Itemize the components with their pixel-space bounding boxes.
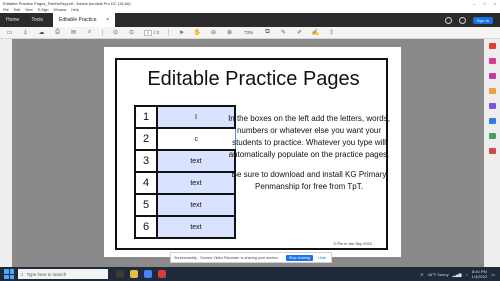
left-panel [0, 39, 12, 267]
row-number: 4 [134, 171, 158, 195]
print-icon[interactable]: ⎙ [54, 29, 61, 36]
instructions-paragraph-2: Be sure to download and install KG Prima… [231, 170, 387, 191]
page-frame: Editable Practice Pages 1 I 2 c 3 text 4… [115, 58, 390, 250]
protect-icon[interactable] [488, 133, 496, 139]
network-icon[interactable]: ▂▄▆ [453, 272, 462, 277]
clock-date: 1/4/2022 [471, 274, 488, 279]
table-row: 1 I [134, 105, 236, 129]
window-title: Editable Practice Pages_FimtheSky.pdf - … [3, 1, 131, 6]
zoom-level[interactable]: 73% [242, 30, 255, 35]
windows-taskbar: ⌕ Type here to search ☀ 16°F Sunny ▂▄▆ ♪… [0, 267, 500, 281]
chrome-icon[interactable] [144, 270, 152, 278]
highlight-icon[interactable]: ✐ [296, 30, 303, 36]
taskbar-search[interactable]: ⌕ Type here to search [18, 269, 108, 279]
tab-document[interactable]: Editable Practice Pa... × [53, 13, 116, 37]
zoom-out-icon[interactable]: ⊖ [210, 30, 217, 36]
table-row: 6 text [134, 215, 236, 239]
notification-center-icon[interactable]: ▭ [491, 272, 495, 277]
comment-icon[interactable]: ✎ [280, 30, 287, 36]
row-number: 1 [134, 105, 158, 129]
row-number: 5 [134, 193, 158, 217]
minimize-button[interactable]: – [473, 0, 475, 7]
screen-share-banner: Screencastify - Screen Video Recorder is… [170, 252, 332, 263]
weather-text[interactable]: 16°F Sunny [428, 272, 449, 277]
instructions-paragraph-1: In the boxes on the left add the letters… [228, 114, 390, 159]
toolbar-divider [102, 29, 103, 36]
copyright-text: © Pie in the Sky 2022 [333, 241, 372, 246]
search-icon: ⌕ [21, 271, 24, 277]
row-number: 3 [134, 149, 158, 173]
share-message: Screencastify - Screen Video Recorder is… [174, 255, 279, 260]
page-up-icon[interactable]: ⊙ [112, 30, 119, 36]
window-titlebar: Editable Practice Pages_FimtheSky.pdf - … [0, 0, 500, 7]
task-view-icon[interactable] [116, 270, 124, 278]
table-row: 3 text [134, 149, 236, 173]
table-row: 5 text [134, 193, 236, 217]
acrobat-icon[interactable] [158, 270, 166, 278]
more-tools-icon[interactable] [488, 148, 496, 154]
main-toolbar: ▭ ⤓ ☁ ⎙ ✉ ⌕ ⊙ ⊙ 1 / 2 ➤ ✋ ⊖ ⊕ 73% ⧉ ✎ ✐ … [0, 27, 500, 39]
tab-close-icon[interactable]: × [106, 13, 109, 27]
close-window-button[interactable]: × [494, 0, 496, 7]
fill-sign-icon[interactable] [488, 118, 496, 124]
table-row: 2 c [134, 127, 236, 151]
hide-banner-button[interactable]: Hide [316, 256, 328, 260]
right-tools-panel [484, 39, 500, 267]
page-total: / 2 [154, 30, 160, 35]
clock[interactable]: 8:40 PM 1/4/2022 [472, 269, 488, 279]
stop-sharing-button[interactable]: Stop sharing [285, 254, 314, 261]
new-file-icon[interactable]: ▭ [6, 30, 13, 36]
practice-entry-table: 1 I 2 c 3 text 4 text 5 text 6 text [134, 105, 236, 239]
row-number: 2 [134, 127, 158, 151]
upload-icon[interactable]: ☁ [38, 30, 45, 36]
select-tool-icon[interactable]: ➤ [178, 30, 185, 36]
instructions: In the boxes on the left add the letters… [224, 113, 394, 201]
page-heading: Editable Practice Pages [147, 68, 360, 90]
pinned-apps [116, 270, 166, 278]
tab-tools[interactable]: Tools [25, 17, 49, 23]
fit-page-icon[interactable]: ⧉ [264, 29, 271, 36]
page-navigator: 1 / 2 [144, 29, 160, 36]
notifications-icon[interactable] [458, 16, 466, 24]
tabs-row: Home Tools Editable Practice Pa... × Sig… [0, 13, 500, 37]
windows-start-icon[interactable] [4, 269, 14, 279]
comment-tool-icon[interactable] [488, 88, 496, 94]
sign-icon[interactable]: ✍ [312, 30, 319, 36]
file-explorer-icon[interactable] [130, 270, 138, 278]
toolbar-divider [168, 29, 170, 36]
save-icon[interactable]: ⤓ [22, 29, 29, 36]
zoom-in-icon[interactable]: ⊕ [226, 30, 233, 36]
sign-in-button[interactable]: Sign In [472, 16, 493, 24]
page-down-icon[interactable]: ⊙ [128, 30, 135, 36]
search-icon[interactable]: ⌕ [86, 29, 93, 36]
share-icon[interactable]: ⇪ [328, 30, 335, 36]
weather-icon[interactable]: ☀ [420, 272, 424, 277]
maximize-button[interactable]: □ [483, 0, 485, 7]
edit-pdf-icon[interactable] [488, 73, 496, 79]
pdf-page: Editable Practice Pages 1 I 2 c 3 text 4… [104, 47, 401, 257]
volume-icon[interactable]: ♪ [466, 272, 468, 277]
page-number-input[interactable]: 1 [144, 29, 152, 36]
export-pdf-icon[interactable] [488, 43, 496, 49]
tab-home[interactable]: Home [0, 17, 25, 23]
organize-pages-icon[interactable] [488, 103, 496, 109]
help-icon[interactable] [444, 16, 452, 24]
create-pdf-icon[interactable] [488, 58, 496, 64]
hand-tool-icon[interactable]: ✋ [194, 30, 201, 36]
table-row: 4 text [134, 171, 236, 195]
system-tray: ☀ 16°F Sunny ▂▄▆ ♪ 8:40 PM 1/4/2022 ▭ [420, 269, 500, 279]
email-icon[interactable]: ✉ [70, 30, 77, 36]
tab-document-label: Editable Practice Pa... [59, 17, 97, 37]
text-field-6[interactable]: text [156, 215, 236, 239]
row-number: 6 [134, 215, 158, 239]
taskbar-search-placeholder: Type here to search [26, 271, 67, 277]
